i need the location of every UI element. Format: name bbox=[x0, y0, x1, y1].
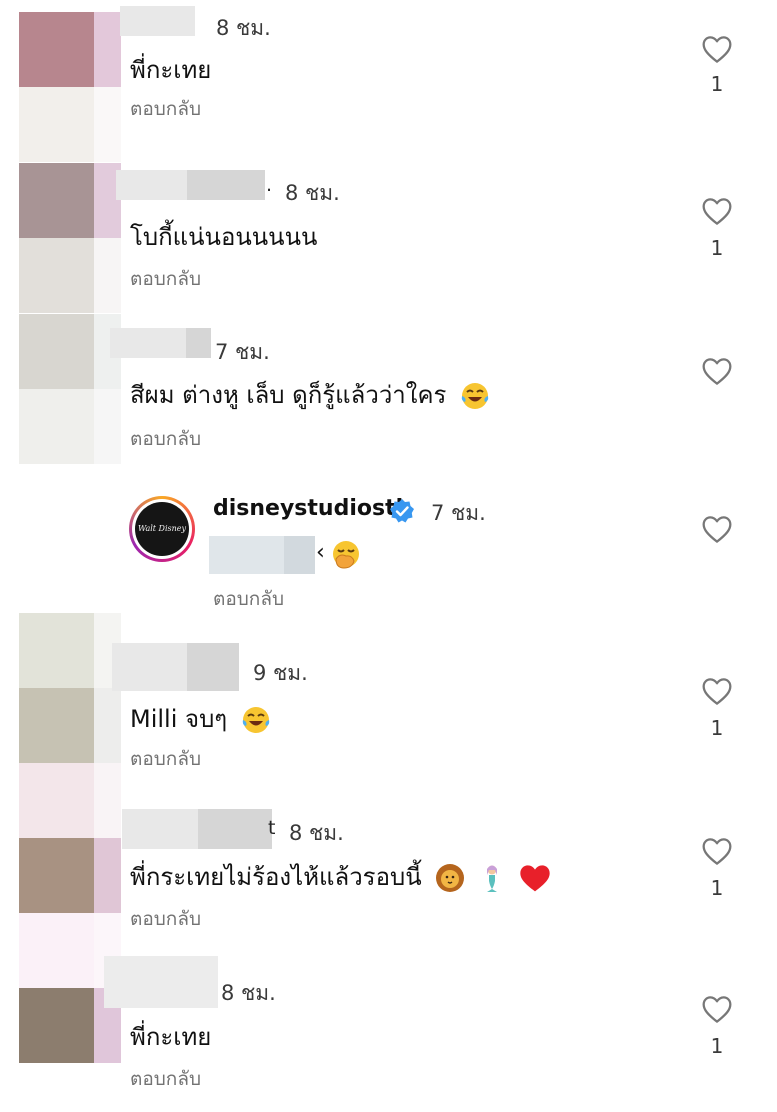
hand-over-mouth-emoji-icon bbox=[333, 541, 359, 569]
reply-time: 7 ชม. bbox=[431, 501, 486, 525]
username-redacted[interactable] bbox=[120, 6, 195, 36]
username-redacted[interactable] bbox=[112, 643, 239, 691]
laughing-tears-emoji-icon bbox=[461, 383, 489, 409]
like-count: 1 bbox=[710, 716, 724, 740]
comment-time: 8 ชม. bbox=[285, 181, 340, 205]
avatar[interactable] bbox=[19, 163, 94, 313]
avatar-ring-inner: Walt Disney bbox=[132, 499, 192, 559]
heart-icon[interactable] bbox=[701, 836, 733, 866]
comment-text: พี่กะเทย bbox=[130, 1023, 212, 1051]
comment-1: 8 ชม. พี่กะเทย ตอบกลับ 1 bbox=[0, 0, 777, 162]
reply-button[interactable]: ตอบกลับ bbox=[130, 94, 201, 124]
reply-button[interactable]: ตอบกลับ bbox=[130, 424, 201, 454]
username-redacted[interactable] bbox=[110, 328, 211, 358]
heart-icon[interactable] bbox=[701, 676, 733, 706]
username-redacted[interactable] bbox=[104, 956, 218, 1008]
comment-text: สีผม ต่างหู เล็บ ดูก็รู้แล้วว่าใคร bbox=[130, 375, 490, 414]
username-tail: t bbox=[268, 817, 276, 839]
reply-button[interactable]: ตอบกลับ bbox=[130, 904, 201, 934]
avatar[interactable] bbox=[19, 314, 94, 464]
reply-button[interactable]: ตอบกลับ bbox=[130, 744, 201, 774]
comment-text: Milli จบๆ bbox=[130, 699, 271, 738]
red-heart-emoji-icon bbox=[519, 865, 550, 892]
mermaid-emoji-icon bbox=[486, 865, 497, 892]
heart-icon[interactable] bbox=[701, 34, 733, 64]
avatar[interactable] bbox=[19, 763, 94, 913]
username-redacted[interactable]: t bbox=[122, 809, 276, 849]
comment-text: โบกี้แน่นอนนนนน bbox=[130, 223, 318, 251]
comment-text-body: สีผม ต่างหู เล็บ ดูก็รู้แล้วว่าใคร bbox=[130, 381, 447, 409]
disney-logo: Walt Disney bbox=[135, 502, 189, 556]
reply-button[interactable]: ตอบกลับ bbox=[130, 1064, 201, 1094]
comment-3: 7 ชม. สีผม ต่างหู เล็บ ดูก็รู้แล้วว่าใคร… bbox=[0, 314, 777, 480]
like-count: 1 bbox=[710, 236, 724, 260]
comment-text: พี่กระเทยไม่ร้องไห้แล้วรอบนี้ bbox=[130, 857, 551, 896]
reply-username[interactable]: disneystudiosth bbox=[213, 496, 411, 521]
heart-icon[interactable] bbox=[701, 356, 733, 386]
avatar-story-edge bbox=[94, 763, 121, 913]
comment-6: 8 ชม. พี่กะเทย ตอบกลับ 1 bbox=[0, 913, 777, 1112]
mention-redacted[interactable] bbox=[209, 536, 315, 574]
verified-badge-icon bbox=[390, 499, 414, 523]
laughing-tears-emoji-icon bbox=[242, 707, 270, 733]
lion-emoji-icon bbox=[436, 864, 465, 892]
heart-icon[interactable] bbox=[701, 514, 733, 544]
comment-time: 8 ชม. bbox=[216, 16, 271, 40]
avatar[interactable] bbox=[19, 12, 94, 162]
mention-tail: ‹ bbox=[316, 540, 325, 565]
comment-time: 8 ชม. bbox=[289, 821, 344, 845]
avatar[interactable] bbox=[19, 913, 94, 1063]
username-redacted[interactable]: . bbox=[116, 170, 272, 200]
avatar-story-edge bbox=[94, 12, 121, 162]
comment-time: 9 ชม. bbox=[253, 661, 308, 685]
reply-button[interactable]: ตอบกลับ bbox=[130, 264, 201, 294]
like-count: 1 bbox=[710, 1034, 724, 1058]
like-count: 1 bbox=[710, 876, 724, 900]
reply-button[interactable]: ตอบกลับ bbox=[213, 584, 284, 614]
comment-time: 8 ชม. bbox=[221, 981, 276, 1005]
comment-2: . 8 ชม. โบกี้แน่นอนนนนน ตอบกลับ 1 bbox=[0, 160, 777, 320]
comment-text-body: Milli จบๆ bbox=[130, 705, 228, 733]
like-count: 1 bbox=[710, 72, 724, 96]
comment-time: 7 ชม. bbox=[215, 340, 270, 364]
comment-text: พี่กะเทย bbox=[130, 56, 212, 84]
heart-icon[interactable] bbox=[701, 994, 733, 1024]
heart-icon[interactable] bbox=[701, 196, 733, 226]
avatar[interactable] bbox=[19, 613, 94, 763]
comment-text-body: พี่กระเทยไม่ร้องไห้แล้วรอบนี้ bbox=[130, 863, 422, 891]
username-tail: . bbox=[266, 174, 273, 196]
disney-avatar[interactable]: Walt Disney bbox=[129, 496, 195, 562]
